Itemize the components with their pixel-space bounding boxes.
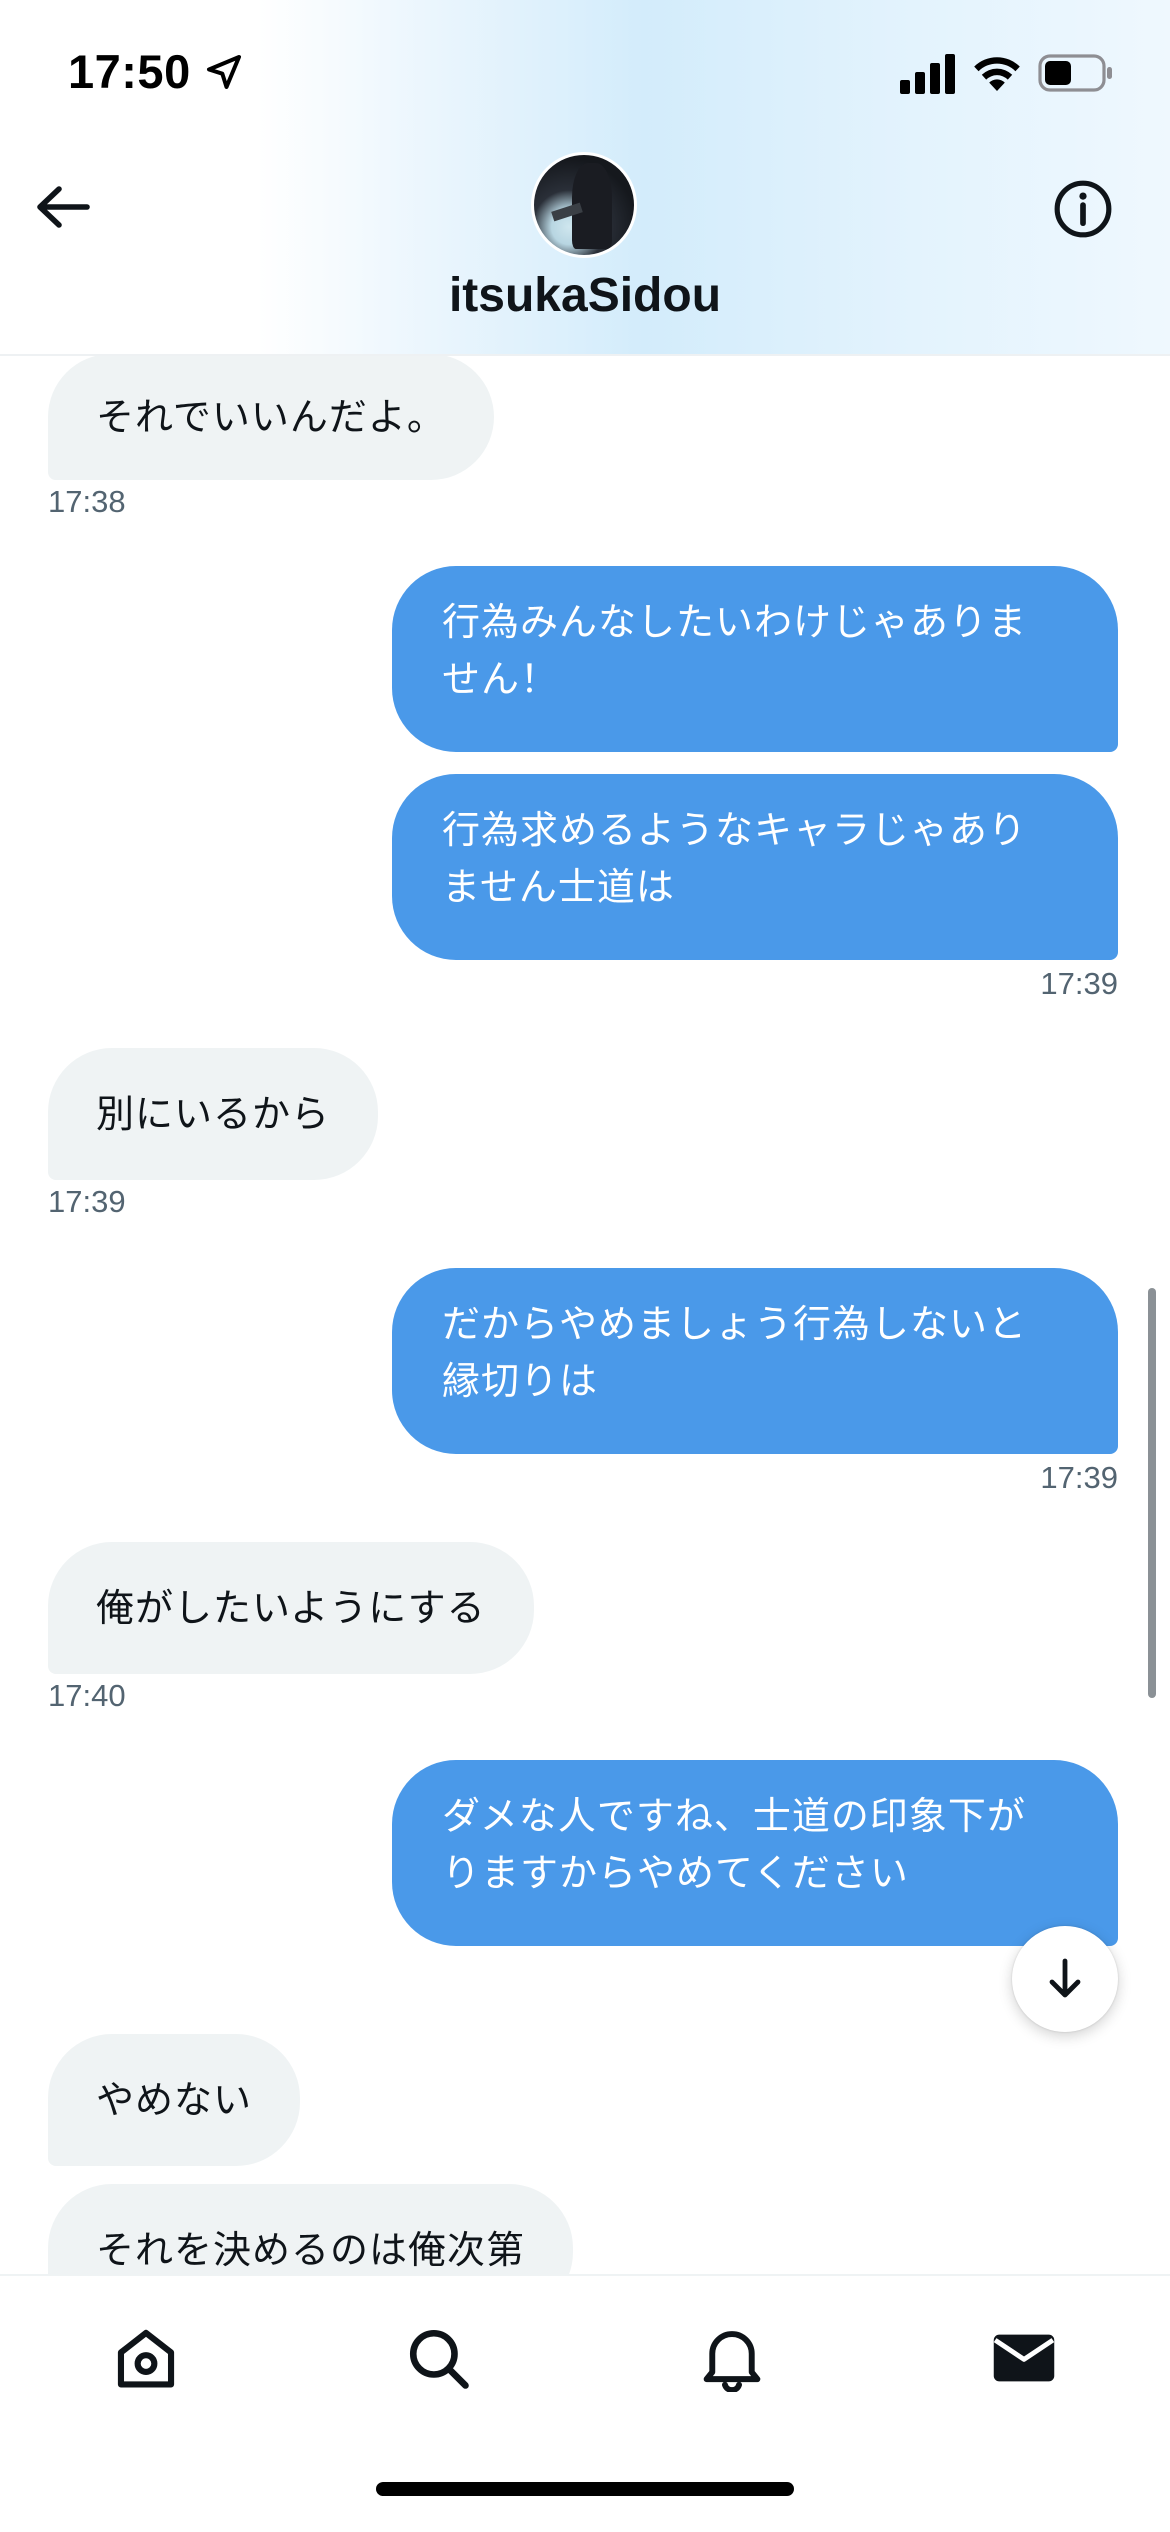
arrow-down-icon xyxy=(1049,1958,1081,1998)
status-time: 17:50 xyxy=(68,45,191,98)
home-indicator[interactable] xyxy=(376,2482,794,2496)
cellular-signal-icon xyxy=(900,54,955,94)
contact-avatar[interactable] xyxy=(531,152,637,258)
scroll-to-bottom-button[interactable] xyxy=(1012,1926,1118,2032)
scrollbar[interactable] xyxy=(1148,1288,1156,1698)
outgoing-message[interactable]: だからやめましょう行為しないと 縁切りは xyxy=(392,1268,1118,1454)
message-timestamp: 17:39 xyxy=(1040,1460,1118,1495)
message-timestamp: 17:38 xyxy=(48,484,126,519)
message-timestamp: 17:40 xyxy=(48,1678,126,1713)
bell-icon xyxy=(703,2331,761,2392)
info-icon xyxy=(1054,180,1112,238)
mail-icon xyxy=(993,2334,1055,2382)
tab-home[interactable] xyxy=(106,2318,186,2398)
conversation-header: 17:50 itsukaSidou xyxy=(0,0,1170,356)
conversation-info-button[interactable] xyxy=(1050,176,1116,242)
tab-search[interactable] xyxy=(398,2318,478,2398)
contact-name[interactable]: itsukaSidou xyxy=(0,268,1170,323)
tab-messages[interactable] xyxy=(984,2318,1064,2398)
arrow-left-icon xyxy=(37,186,90,228)
tab-notifications[interactable] xyxy=(692,2318,772,2398)
message-timestamp: 17:39 xyxy=(48,1184,126,1219)
battery-icon xyxy=(1038,54,1112,92)
incoming-message[interactable]: それでいいんだよ。 xyxy=(48,356,494,480)
home-icon xyxy=(117,2329,175,2388)
outgoing-message[interactable]: 行為求めるようなキャラじゃあり ません士道は xyxy=(392,774,1118,960)
wifi-icon xyxy=(974,57,1020,91)
incoming-message[interactable]: やめない xyxy=(48,2034,301,2166)
message-timestamp: 17:39 xyxy=(1040,966,1118,1001)
search-icon xyxy=(409,2329,469,2389)
location-arrow-icon xyxy=(207,55,241,89)
incoming-message[interactable]: 別にいるから xyxy=(48,1048,379,1180)
back-button[interactable] xyxy=(28,176,98,238)
incoming-message[interactable]: それを決めるのは俺次第 xyxy=(48,2184,574,2274)
message-list[interactable]: それでいいんだよ。 17:38 行為みんなしたいわけじゃありま せん！ 行為求め… xyxy=(0,356,1170,2274)
outgoing-message[interactable]: ダメな人ですね、士道の印象下が りますからやめてください xyxy=(392,1760,1118,1946)
incoming-message[interactable]: 俺がしたいようにする xyxy=(48,1542,534,1674)
outgoing-message[interactable]: 行為みんなしたいわけじゃありま せん！ xyxy=(392,566,1118,752)
